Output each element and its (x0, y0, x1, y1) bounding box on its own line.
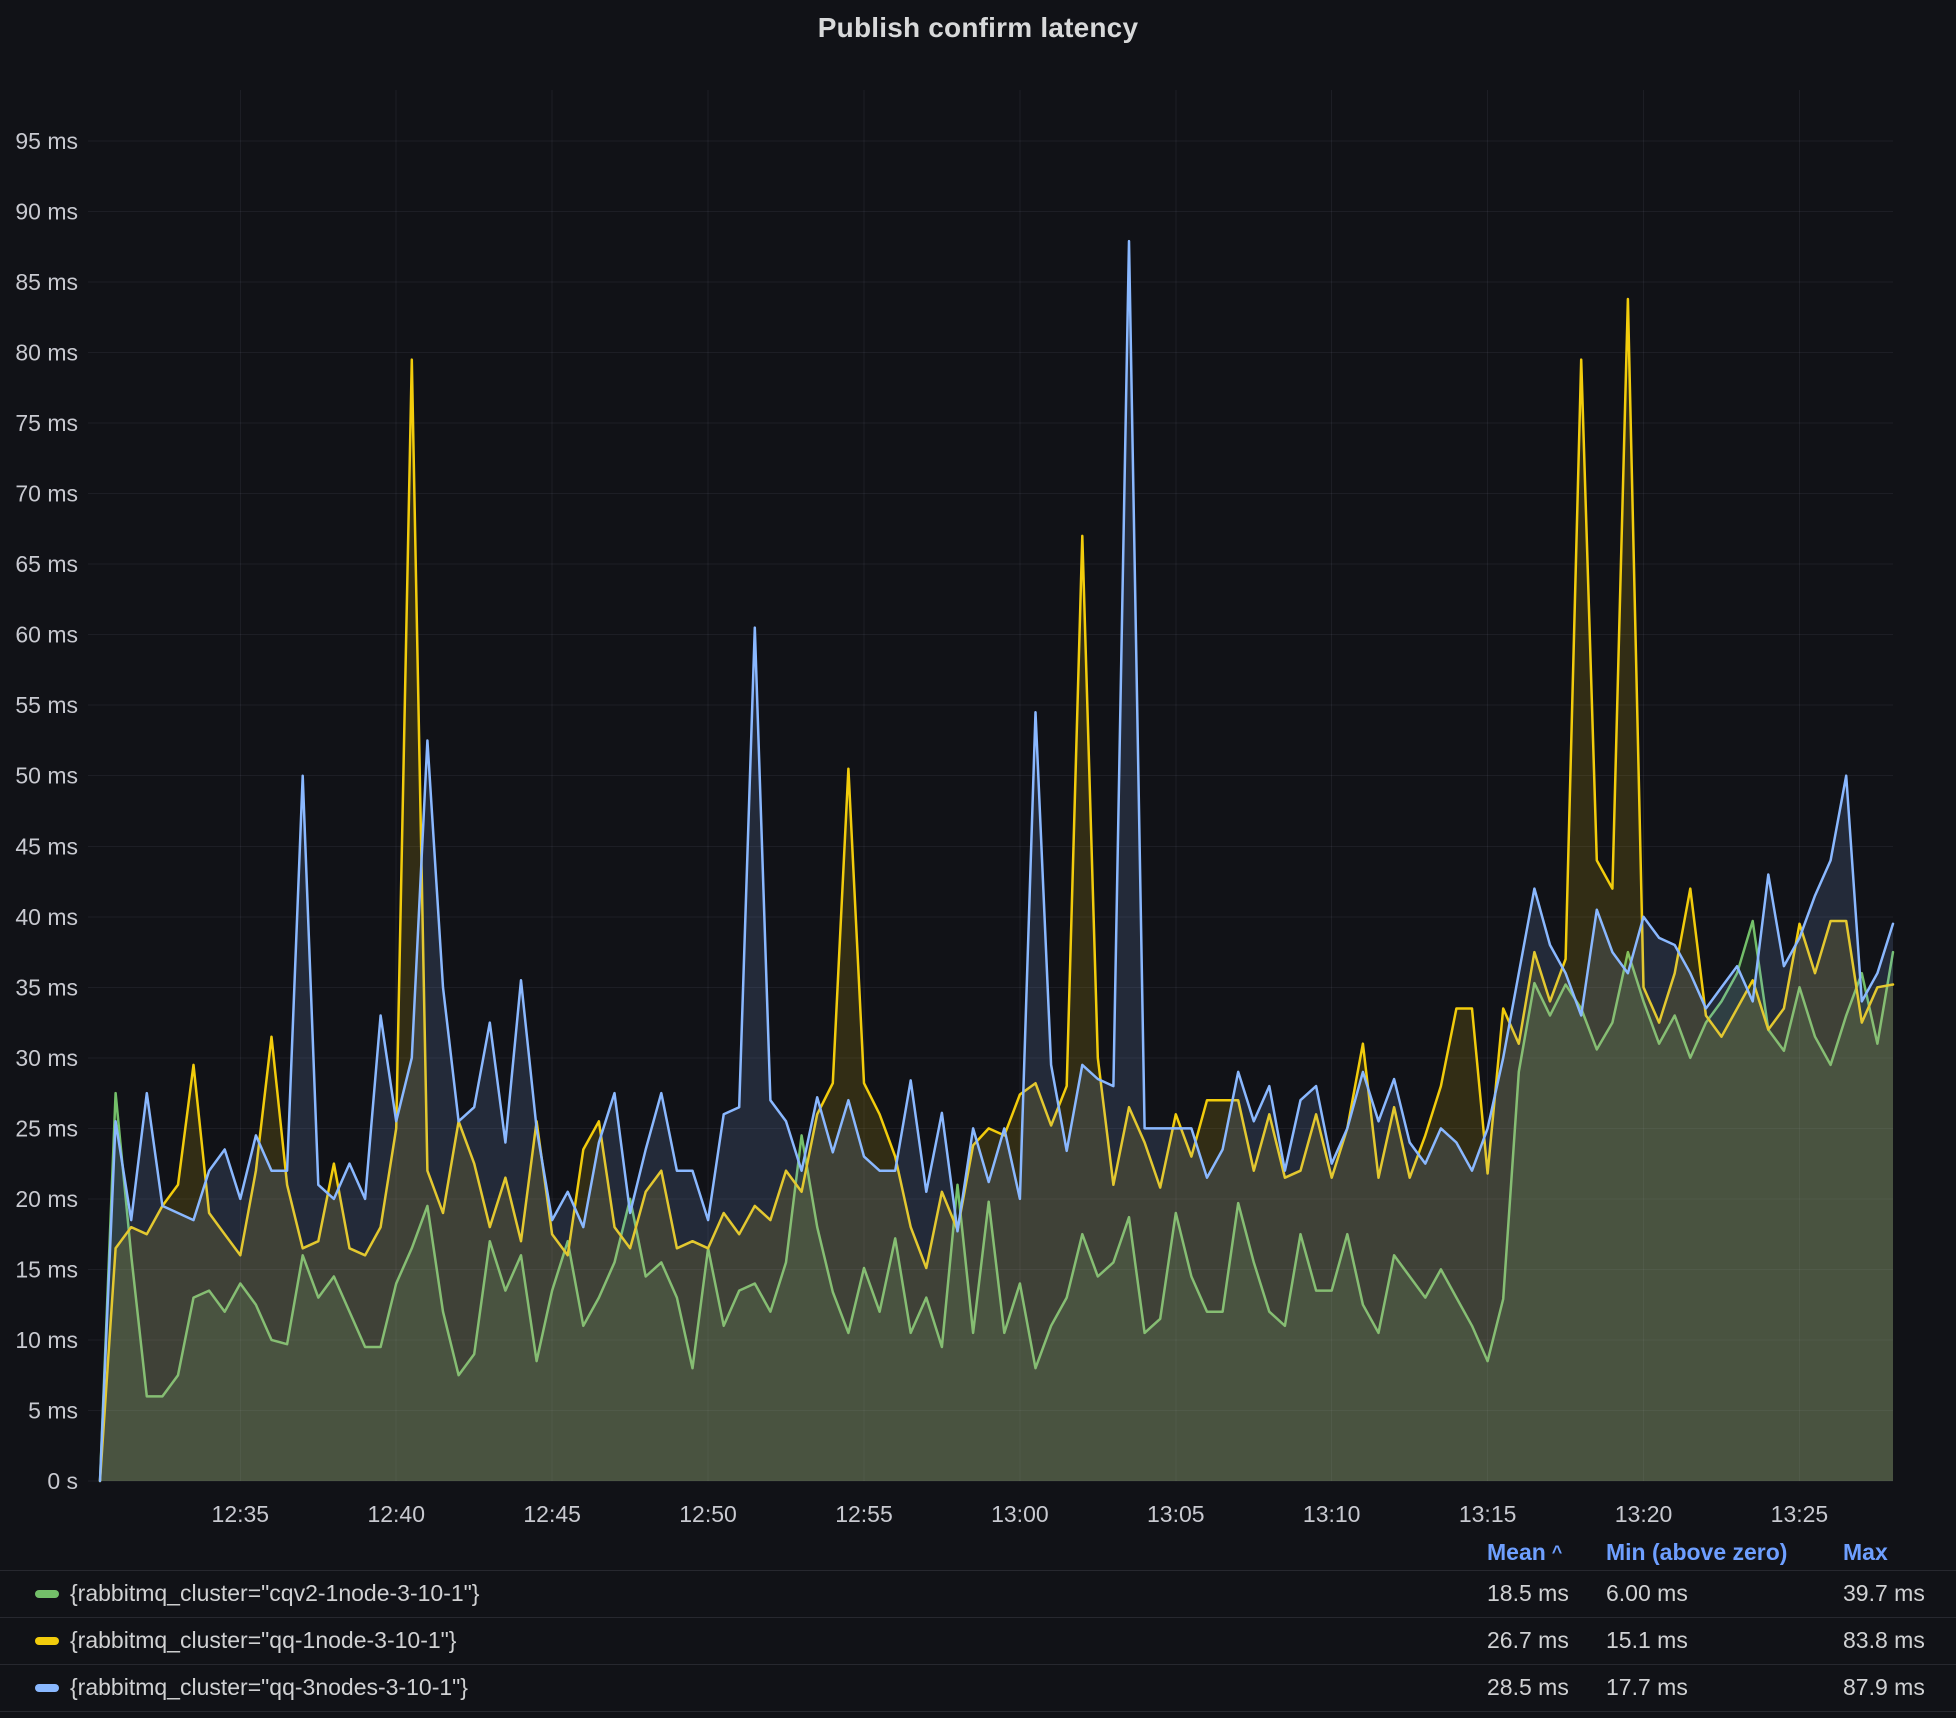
grafana-panel: Publish confirm latency 0 s5 ms10 ms15 m… (0, 0, 1956, 1718)
y-axis-tick-label: 55 ms (15, 692, 78, 718)
y-axis-tick-label: 10 ms (15, 1327, 78, 1353)
sort-ascending-icon: ^ (1546, 1542, 1563, 1562)
x-axis-tick-label: 12:35 (212, 1501, 270, 1527)
x-axis-tick-label: 13:15 (1459, 1501, 1517, 1527)
y-axis-tick-label: 90 ms (15, 199, 78, 225)
legend-row-2[interactable]: {rabbitmq_cluster="qq-3nodes-3-10-1"} 28.… (0, 1665, 1956, 1712)
y-axis-tick-label: 60 ms (15, 622, 78, 648)
x-axis-tick-label: 13:00 (991, 1501, 1049, 1527)
y-axis-tick-label: 75 ms (15, 410, 78, 436)
chart-canvas[interactable]: 0 s 5 ms 10 ms 15 ms 20 ms 25 ms 30 ms 35 ms 40 … (0, 0, 1956, 1530)
series-label: {rabbitmq_cluster="qq-1node-3-10-1"} (70, 1627, 457, 1654)
y-axis-tick-label: 15 ms (15, 1256, 78, 1282)
series-color-swatch-icon (35, 1637, 59, 1645)
y-axis-tick-label: 45 ms (15, 833, 78, 859)
legend-row-1[interactable]: {rabbitmq_cluster="qq-1node-3-10-1"} 26.7… (0, 1618, 1956, 1665)
y-axis-tick-label: 25 ms (15, 1115, 78, 1141)
y-axis-tick-label: 95 ms (15, 128, 78, 154)
series-label: {rabbitmq_cluster="qq-3nodes-3-10-1"} (70, 1674, 468, 1701)
x-axis-tick-label: 12:50 (679, 1501, 737, 1527)
y-axis-tick-label: 40 ms (15, 904, 78, 930)
y-axis-tick-label: 65 ms (15, 551, 78, 577)
legend-rows: {rabbitmq_cluster="cqv2-1node-3-10-1"} 18… (0, 1571, 1956, 1712)
series-mean-value: 18.5 ms (1487, 1580, 1569, 1607)
latency-chart: 0 s 5 ms 10 ms 15 ms 20 ms 25 ms 30 ms 35 ms 40 … (0, 0, 1956, 1535)
series-label: {rabbitmq_cluster="cqv2-1node-3-10-1"} (70, 1580, 480, 1607)
legend-row-0[interactable]: {rabbitmq_cluster="cqv2-1node-3-10-1"} 18… (0, 1571, 1956, 1618)
y-axis-tick-label: 85 ms (15, 269, 78, 295)
x-axis-tick-label: 12:40 (367, 1501, 425, 1527)
series-max-value: 39.7 ms (1843, 1580, 1925, 1607)
legend-header-row: Mean^ Min (above zero) Max (0, 1535, 1956, 1571)
x-axis-tick-label: 13:25 (1771, 1501, 1829, 1527)
series-max-value: 87.9 ms (1843, 1674, 1925, 1701)
x-axis-tick-label: 13:05 (1147, 1501, 1205, 1527)
x-axis-tick-label: 12:55 (835, 1501, 893, 1527)
legend-column-min-above-zero[interactable]: Min (above zero) (1606, 1539, 1787, 1566)
series-color-swatch-icon (35, 1590, 59, 1598)
series-min-above-zero-value: 6.00 ms (1606, 1580, 1688, 1607)
x-axis-tick-label: 13:10 (1303, 1501, 1361, 1527)
series-max-value: 83.8 ms (1843, 1627, 1925, 1654)
y-axis-tick-label: 70 ms (15, 481, 78, 507)
x-axis-tick-label: 12:45 (523, 1501, 581, 1527)
legend-table: Mean^ Min (above zero) Max {rabbitmq_clu… (0, 1535, 1956, 1712)
series-color-swatch-icon (35, 1684, 59, 1692)
x-axis-tick-label: 13:20 (1615, 1501, 1673, 1527)
legend-column-max[interactable]: Max (1843, 1539, 1888, 1566)
y-axis-tick-label: 20 ms (15, 1186, 78, 1212)
series-min-above-zero-value: 15.1 ms (1606, 1627, 1688, 1654)
legend-column-mean[interactable]: Mean^ (1487, 1539, 1562, 1566)
y-axis-tick-label: 0 s (47, 1468, 78, 1494)
y-axis-tick-label: 35 ms (15, 974, 78, 1000)
series-min-above-zero-value: 17.7 ms (1606, 1674, 1688, 1701)
y-axis-tick-label: 5 ms (28, 1397, 78, 1423)
series-mean-value: 28.5 ms (1487, 1674, 1569, 1701)
y-axis-tick-label: 30 ms (15, 1045, 78, 1071)
y-axis-tick-label: 80 ms (15, 340, 78, 366)
series-mean-value: 26.7 ms (1487, 1627, 1569, 1654)
y-axis-tick-label: 50 ms (15, 763, 78, 789)
